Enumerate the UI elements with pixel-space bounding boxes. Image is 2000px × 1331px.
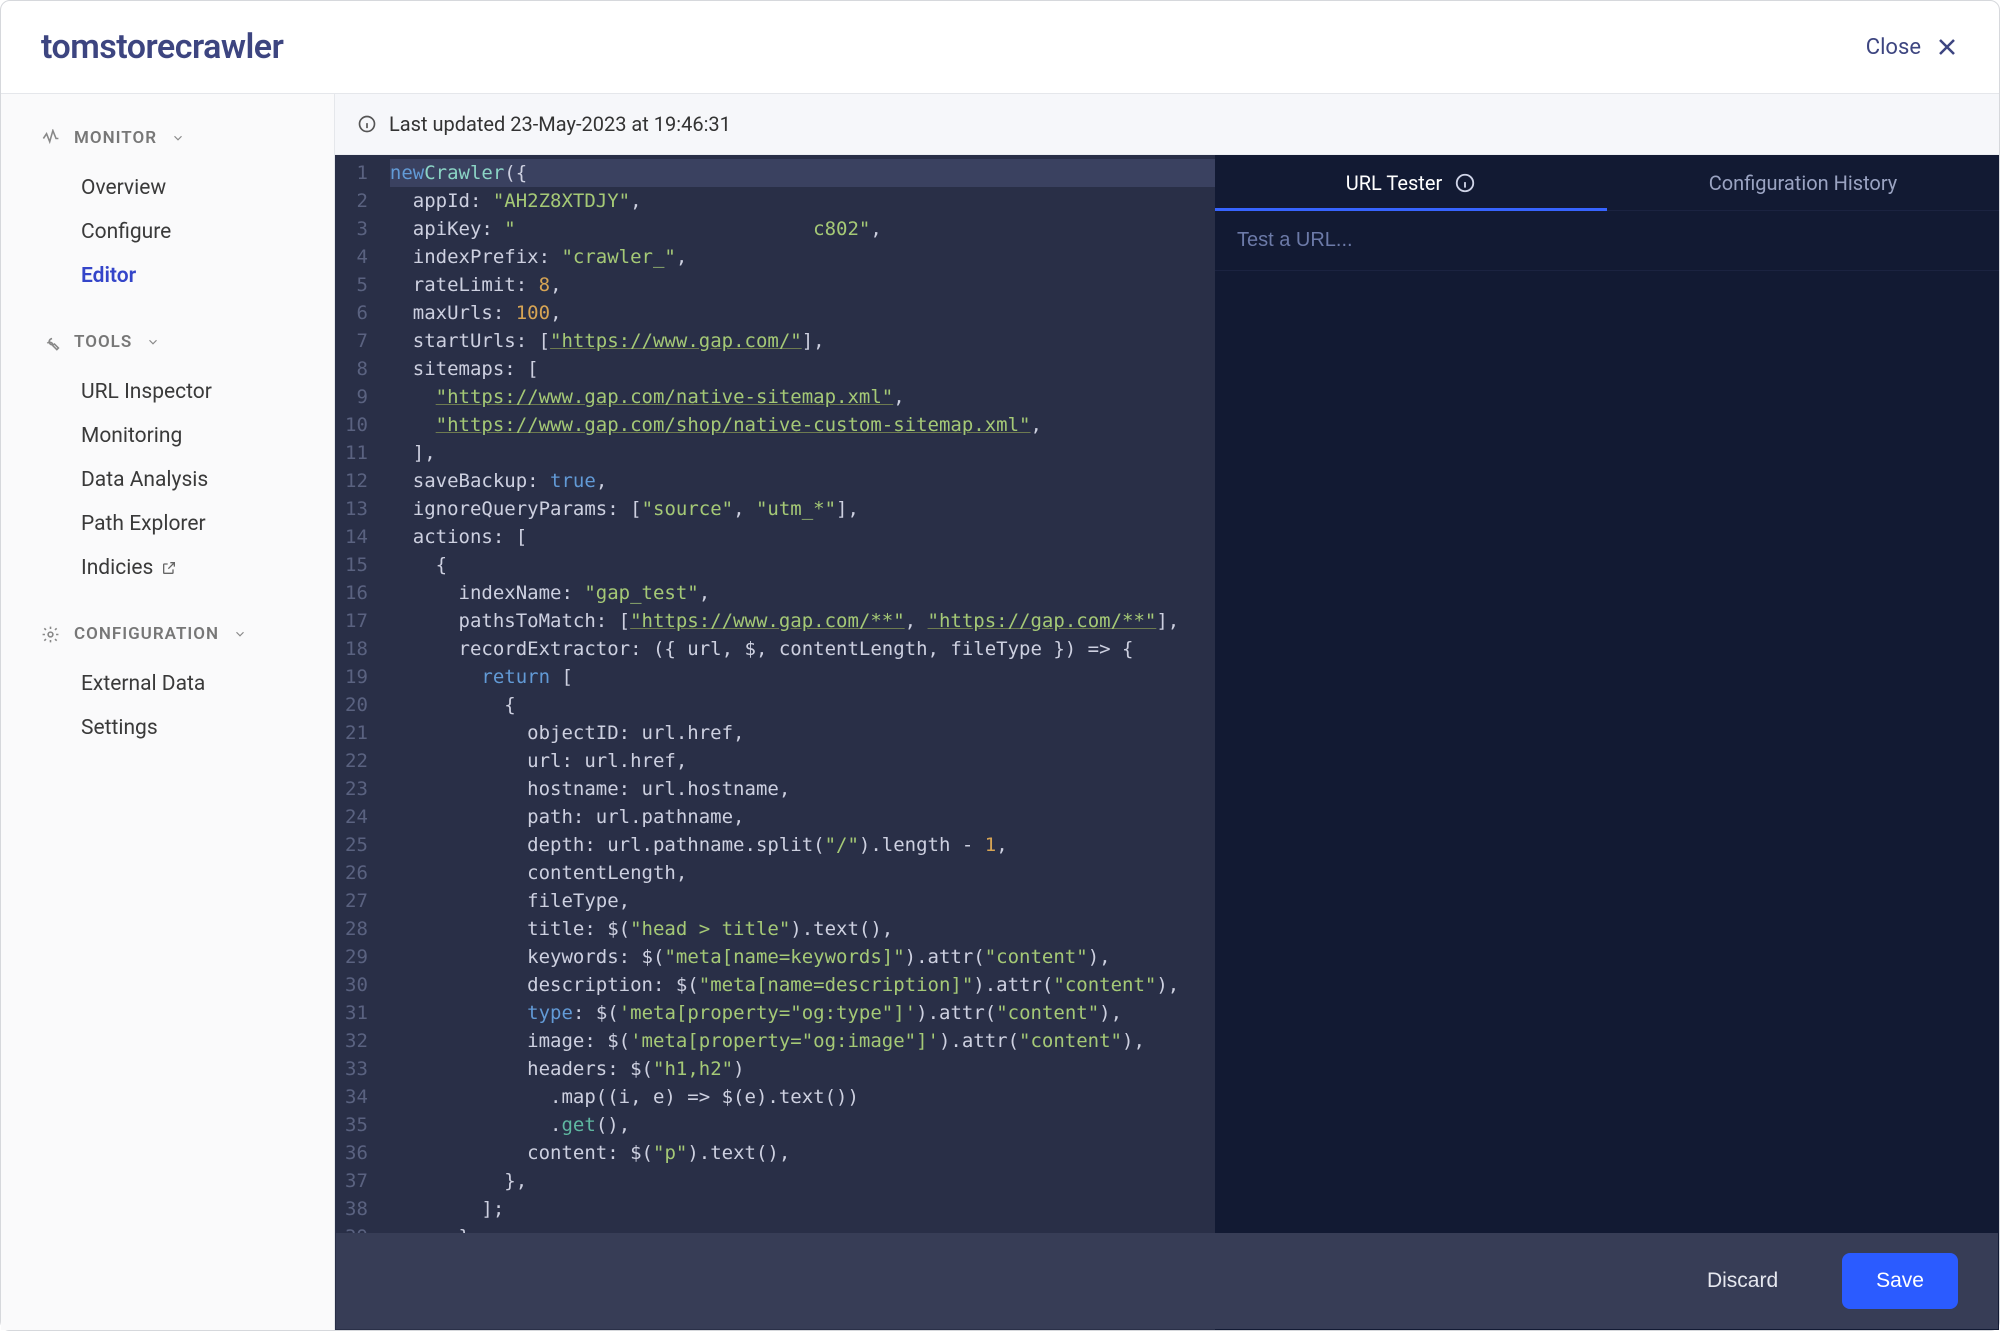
nav-item-overview[interactable]: Overview (41, 166, 334, 210)
nav-heading-monitor[interactable]: MONITOR (41, 128, 334, 148)
footer: Discard Save (336, 1233, 1998, 1329)
nav-item-settings[interactable]: Settings (41, 706, 334, 750)
chevron-down-icon (171, 131, 185, 145)
editor-gutter: 1234567891011121314151617181920212223242… (335, 155, 382, 1330)
nav-item-external-data[interactable]: External Data (41, 662, 334, 706)
nav-heading-configuration[interactable]: CONFIGURATION (41, 624, 334, 644)
nav-item-path-explorer[interactable]: Path Explorer (41, 502, 334, 546)
url-input-row (1215, 211, 1999, 271)
wrench-icon (41, 333, 60, 352)
tab-config-history[interactable]: Configuration History (1607, 155, 1999, 210)
chevron-down-icon (146, 335, 160, 349)
right-panel: URL Tester Configuration History (1215, 155, 1999, 1330)
tabs: URL Tester Configuration History (1215, 155, 1999, 211)
close-label: Close (1866, 35, 1921, 60)
chevron-down-icon (233, 627, 247, 641)
close-button[interactable]: Close (1866, 35, 1959, 60)
nav-item-editor[interactable]: Editor (41, 254, 334, 298)
nav-item-monitoring[interactable]: Monitoring (41, 414, 334, 458)
sidebar: MONITOR Overview Configure Editor TOOLS … (1, 94, 335, 1330)
nav-section-monitor: MONITOR Overview Configure Editor (41, 128, 334, 298)
external-link-icon (161, 560, 177, 576)
nav-item-url-inspector[interactable]: URL Inspector (41, 370, 334, 414)
url-input[interactable] (1237, 229, 1977, 252)
nav-item-indicies[interactable]: Indicies (41, 546, 334, 590)
info-icon (357, 114, 377, 134)
header: tomstorecrawler Close (1, 1, 1999, 94)
save-button[interactable]: Save (1842, 1253, 1958, 1309)
main: Last updated 23-May-2023 at 19:46:31 123… (335, 94, 1999, 1330)
status-bar: Last updated 23-May-2023 at 19:46:31 (335, 94, 1999, 155)
status-text: Last updated 23-May-2023 at 19:46:31 (389, 112, 731, 136)
nav-item-data-analysis[interactable]: Data Analysis (41, 458, 334, 502)
info-icon (1454, 172, 1476, 194)
nav-section-tools: TOOLS URL Inspector Monitoring Data Anal… (41, 332, 334, 590)
code-editor[interactable]: 1234567891011121314151617181920212223242… (335, 155, 1215, 1330)
activity-icon (41, 129, 60, 148)
nav-item-configure[interactable]: Configure (41, 210, 334, 254)
app-title: tomstorecrawler (41, 27, 283, 67)
editor-code[interactable]: newCrawler({ appId: "AH2Z8XTDJY", apiKey… (382, 155, 1215, 1330)
nav-section-configuration: CONFIGURATION External Data Settings (41, 624, 334, 750)
discard-button[interactable]: Discard (1673, 1253, 1812, 1309)
nav-heading-tools[interactable]: TOOLS (41, 332, 334, 352)
close-icon (1935, 35, 1959, 59)
tab-url-tester[interactable]: URL Tester (1215, 155, 1607, 210)
gear-icon (41, 625, 60, 644)
